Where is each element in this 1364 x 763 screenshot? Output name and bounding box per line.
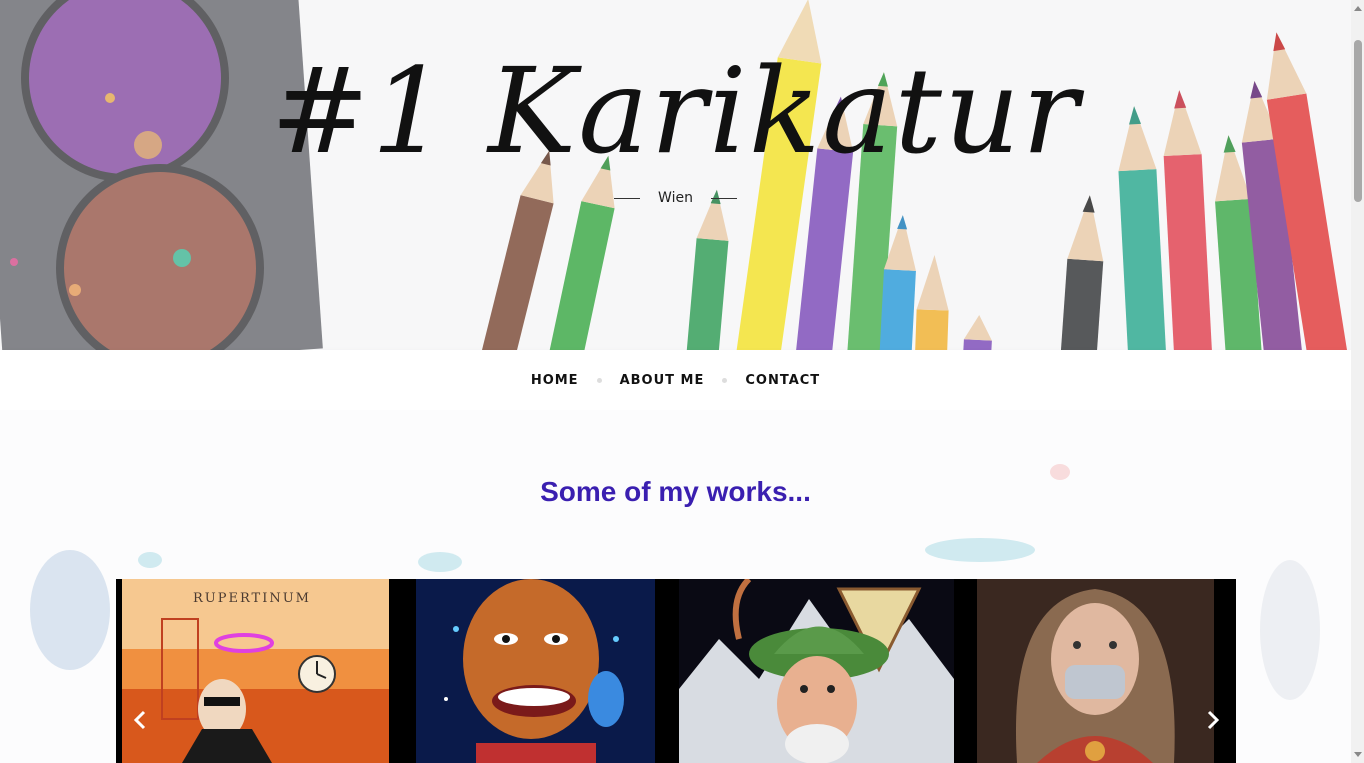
tagline-dash-left <box>613 197 640 199</box>
carousel-slide-3[interactable] <box>679 579 954 763</box>
caricature-madonna-mask-image <box>977 579 1214 763</box>
works-carousel[interactable]: RUPERTINUM <box>116 579 1236 763</box>
nav-separator <box>596 377 602 383</box>
nav-separator <box>722 377 728 383</box>
tagline-dash-right <box>711 197 738 199</box>
carousel-next-button[interactable] <box>1203 708 1223 732</box>
main-navigation: HOME ABOUT ME CONTACT <box>0 350 1351 410</box>
caricature-smiling-man-image <box>416 579 655 763</box>
carousel-prev-button[interactable] <box>130 708 150 732</box>
tagline-text: Wien <box>658 190 693 206</box>
scroll-down-arrow-icon[interactable] <box>1354 752 1362 757</box>
nav-item-home[interactable]: HOME <box>531 373 579 388</box>
chevron-right-icon <box>1207 710 1220 730</box>
slide-caption: RUPERTINUM <box>193 591 311 606</box>
nav-item-about-me[interactable]: ABOUT ME <box>620 373 705 388</box>
carousel-slide-4[interactable] <box>977 579 1214 763</box>
section-title: Some of my works... <box>540 476 811 507</box>
site-tagline: Wien <box>0 190 1351 206</box>
caricature-rupertinum-image: RUPERTINUM <box>122 579 389 763</box>
scrollbar-thumb[interactable] <box>1354 40 1362 202</box>
header-banner: #1 Karikatur Wien <box>0 0 1351 350</box>
nav-item-contact[interactable]: CONTACT <box>745 373 820 388</box>
scroll-up-arrow-icon[interactable] <box>1354 6 1362 11</box>
site-title[interactable]: #1 Karikatur <box>0 36 1351 186</box>
main-content: Some of my works... RUPERTINUM <box>0 410 1351 763</box>
carousel-slide-1[interactable]: RUPERTINUM <box>122 579 389 763</box>
caricature-alpine-man-image <box>679 579 954 763</box>
carousel-slide-2[interactable] <box>416 579 655 763</box>
chevron-left-icon <box>133 710 146 730</box>
page-scrollbar[interactable] <box>1351 0 1364 763</box>
